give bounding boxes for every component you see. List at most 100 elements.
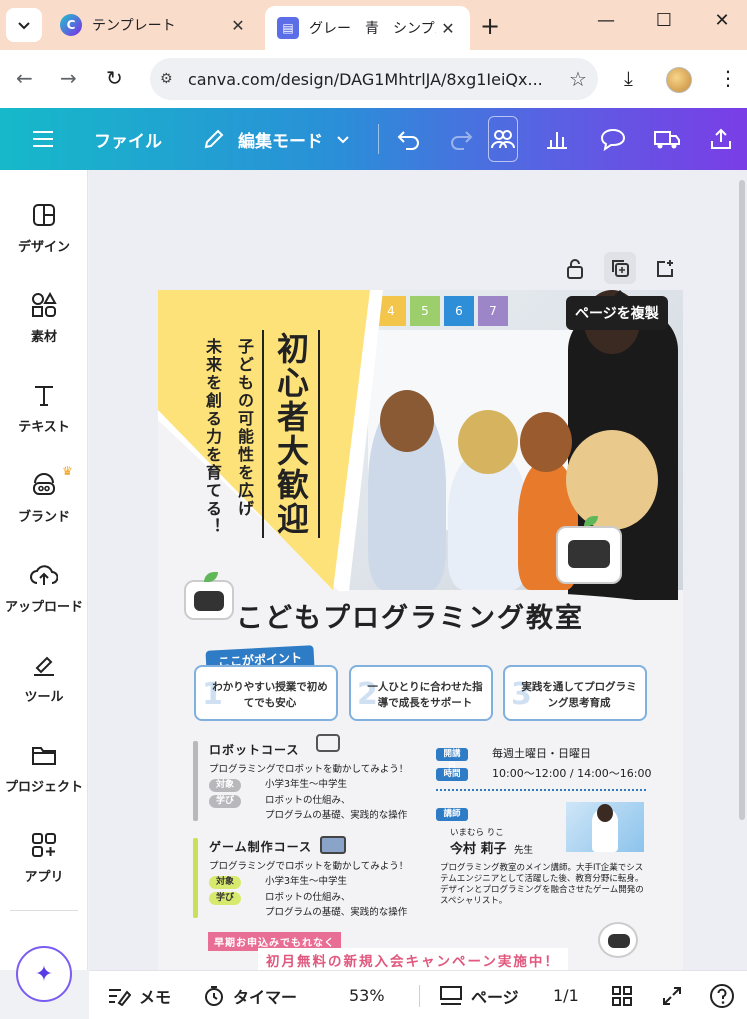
game-course-icon [320,836,346,854]
add-page-icon[interactable] [652,256,678,282]
sidebar-item-text[interactable]: テキスト [0,380,88,460]
duplicate-page-tooltip: ページを複製 [566,290,668,330]
bookmark-star-icon[interactable]: ☆ [558,67,598,91]
magic-sparkle-button[interactable]: ✦ [16,946,72,1002]
tab-search-button[interactable] [6,8,42,42]
canva-design-icon: ▤ [277,17,299,39]
dotted-divider [436,789,646,791]
children-photo [348,290,683,600]
sidebar-item-elements[interactable]: 素材 [0,290,88,370]
point-text: 実践を通してプログラミング思考育成 [521,681,637,709]
time-tag: 時間 [436,768,468,781]
design-page[interactable]: 3 4 5 6 7 初心者大歓迎 子どもの可能性を広げ 未来を創る力を育てる！ … [158,290,683,970]
page-count[interactable]: 1/1 [553,971,579,1019]
timer-button[interactable]: タイマー [203,971,297,1019]
day-tag: 開講日 [436,748,468,772]
profile-avatar[interactable] [666,67,692,93]
new-tab-button[interactable]: + [480,12,500,40]
target-value: 小学3年生〜中学生 [265,779,348,790]
browser-tab-strip: C テンプレート ✕ ▤ グレー 青 シンプル ✕ + — ☐ ✕ [0,0,747,50]
target-value: 小学3年生〜中学生 [265,876,348,887]
reload-icon[interactable]: ↻ [106,66,123,90]
sidebar-item-label: ツール [24,690,64,705]
download-icon[interactable]: ⤓ [624,66,633,90]
redo-icon[interactable] [446,125,476,153]
insights-chart-icon[interactable] [542,125,572,153]
robot-course-icon [316,734,340,752]
child-figure [566,430,658,530]
sidebar-item-tools[interactable]: ツール [0,650,88,730]
sidebar-item-label: アップロード [4,600,83,615]
game-course: ゲーム制作コース プログラミングでロボットを動かしてみよう！ 対象 小学3年生〜… [193,838,423,918]
campaign-banner: 初月無料の新規入会キャンペーン実施中！ [258,948,568,970]
duplicate-page-icon[interactable] [604,252,636,284]
close-icon[interactable]: ✕ [436,19,460,38]
browser-tab-design[interactable]: ▤ グレー 青 シンプル ✕ [265,6,470,50]
notes-icon [109,988,131,1006]
address-bar: ← → ↻ ⚙ canva.com/design/DAG1MhtrlJA/8xg… [0,50,747,108]
hamburger-menu-icon[interactable] [28,125,58,153]
left-sidebar: デザイン 素材 テキスト ♛ ブランド アップロード ツール プロジェクト アプ… [0,170,88,970]
close-icon[interactable]: ✕ [226,16,250,35]
site-info-icon[interactable]: ⚙ [160,71,188,87]
tab-title: グレー 青 シンプル [309,21,436,37]
teacher-honorific: 先生 [514,845,534,856]
url-field[interactable]: ⚙ canva.com/design/DAG1MhtrlJA/8xg1IeiQx… [150,58,598,100]
number-tile: 7 [478,296,508,326]
sidebar-item-projects[interactable]: プロジェクト [0,740,88,820]
forward-icon[interactable]: → [60,66,77,90]
canva-icon: C [60,14,82,36]
maximize-icon[interactable]: ☐ [644,10,684,31]
point-text: わかりやすい授業で初めてでも安心 [212,681,328,709]
target-tag: 対象 [209,779,242,792]
notes-button[interactable]: メモ [107,971,171,1019]
grid-view-icon[interactable] [611,971,633,1019]
notes-label: メモ [139,987,172,1007]
headline: 初心者大歓迎 [262,330,320,538]
browser-tab-templates[interactable]: C テンプレート ✕ [48,6,260,44]
pages-label: ページ [471,987,519,1007]
zoom-level[interactable]: 53% [349,971,385,1019]
help-icon[interactable] [709,971,735,1019]
share-upload-icon[interactable] [706,125,736,153]
teacher-tag: 講師 [436,808,468,821]
pages-icon [440,985,462,1005]
folder-icon [29,740,59,770]
sidebar-divider [10,910,78,911]
course-desc: プログラミングでロボットを動かしてみよう！ [209,861,409,872]
flyer-title: こどもプログラミング教室 [236,603,584,634]
comment-icon[interactable] [598,125,628,153]
collaborators-icon[interactable] [488,116,518,162]
back-icon[interactable]: ← [16,66,33,90]
minimize-icon[interactable]: — [586,10,626,31]
pages-button[interactable]: ページ [439,971,519,1019]
window-close-icon[interactable]: ✕ [702,10,742,31]
vertical-scrollbar[interactable] [739,180,745,820]
child-figure [520,412,572,472]
learn-tag: 学び [209,892,242,905]
course-bar [193,838,198,918]
chevron-down-icon [18,22,30,30]
lock-icon[interactable] [562,256,588,282]
subheadline-2: 未来を創る力を育てる！ [203,338,222,536]
print-delivery-truck-icon[interactable] [652,125,682,153]
sidebar-item-brand[interactable]: ♛ ブランド [0,464,88,550]
sidebar-item-label: ブランド [17,510,70,525]
elements-icon [29,290,59,320]
sidebar-item-upload[interactable]: アップロード [0,560,88,640]
undo-icon[interactable] [394,125,424,153]
fullscreen-icon[interactable] [661,971,683,1019]
edit-mode-dropdown[interactable]: 編集モード [202,108,351,170]
more-menu-icon[interactable]: ⋮ [718,66,738,90]
learn-value-1: ロボットの仕組み、 [265,795,351,806]
sidebar-item-apps[interactable]: アプリ [0,830,88,910]
course-desc: プログラミングでロボットを動かしてみよう！ [209,764,409,775]
robot-course: ロボットコース プログラミングでロボットを動かしてみよう！ 対象 小学3年生〜中… [193,741,423,821]
number-tile: 5 [410,296,440,326]
sidebar-item-design[interactable]: デザイン [0,200,88,280]
file-menu[interactable]: ファイル [94,108,162,170]
point-text: 一人ひとりに合わせた指導で成長をサポート [367,681,483,709]
brand-icon [29,470,59,500]
apps-icon [29,830,59,860]
day-value: 毎週土曜日・日曜日 [492,747,591,760]
